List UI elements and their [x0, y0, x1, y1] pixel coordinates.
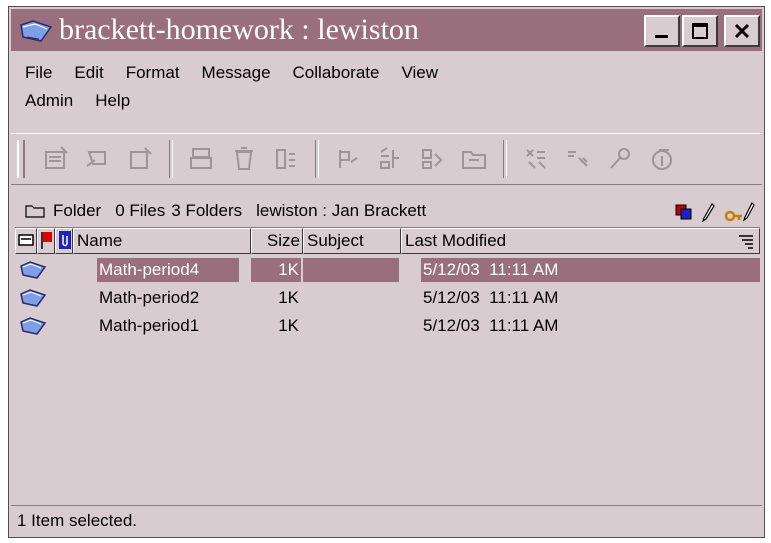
reply-icon[interactable]	[81, 142, 115, 176]
menu-help[interactable]: Help	[87, 87, 138, 115]
item-size: 1K	[278, 260, 299, 279]
forward-icon[interactable]	[123, 142, 157, 176]
shared-icon	[675, 204, 692, 220]
list-item[interactable]: Math-period4 1K 5/12/03 11:11 AM	[15, 256, 760, 284]
file-count: 0 Files	[115, 201, 166, 220]
folder-app-icon	[20, 20, 53, 42]
menu-format[interactable]: Format	[118, 59, 188, 87]
menu-edit[interactable]: Edit	[66, 59, 111, 87]
message-list: Name Size Subject Last Modified Math-per…	[15, 227, 760, 512]
close-button[interactable]	[724, 15, 760, 47]
minimize-icon	[655, 35, 668, 38]
status-bar: 1 Item selected.	[11, 505, 762, 535]
item-name: Math-period2	[99, 288, 200, 307]
close-icon	[734, 23, 750, 39]
list-header: Name Size Subject Last Modified	[15, 228, 760, 254]
minimize-button[interactable]	[644, 15, 680, 47]
menu-view[interactable]: View	[393, 59, 446, 87]
folder-icon	[25, 205, 45, 218]
column-picker-icon[interactable]	[738, 233, 754, 249]
item-size: 1K	[278, 288, 299, 307]
folder-location: lewiston : Jan Brackett	[256, 201, 427, 220]
flag-icon[interactable]	[331, 142, 365, 176]
sort-icon[interactable]	[373, 142, 407, 176]
menu-file[interactable]: File	[15, 59, 60, 87]
maximize-icon	[692, 23, 708, 39]
edit-icon	[702, 203, 715, 222]
column-last-modified[interactable]: Last Modified	[401, 228, 760, 254]
toolbar-separator	[315, 140, 319, 178]
item-last-modified: 5/12/03 11:11 AM	[423, 260, 559, 279]
info-icon[interactable]	[645, 142, 679, 176]
folder-item-icon	[20, 317, 47, 335]
column-size[interactable]: Size	[251, 228, 303, 254]
flag-icon	[41, 232, 52, 249]
column-attachment[interactable]	[55, 228, 73, 254]
key-edit-icon	[724, 201, 755, 222]
item-last-modified: 5/12/03 11:11 AM	[423, 316, 559, 335]
menu-admin[interactable]: Admin	[15, 87, 81, 115]
key-icon[interactable]	[603, 142, 637, 176]
toolbar-separator	[169, 140, 173, 178]
attachment-icon	[59, 231, 71, 249]
attach-icon[interactable]	[415, 142, 449, 176]
list-item[interactable]: Math-period1 1K 5/12/03 11:11 AM	[15, 312, 760, 340]
selection-highlight	[303, 258, 399, 282]
column-subject[interactable]: Subject	[303, 228, 401, 254]
folder-icon[interactable]	[457, 142, 491, 176]
toolbar-separator	[503, 140, 507, 178]
folder-count: 3 Folders	[171, 201, 243, 220]
folder-item-icon	[20, 261, 47, 279]
delete-icon[interactable]	[227, 142, 261, 176]
folder-item-icon	[20, 289, 47, 307]
folder-kind: Folder	[53, 201, 102, 220]
print-icon[interactable]	[185, 142, 219, 176]
column-name[interactable]: Name	[73, 228, 251, 254]
item-last-modified: 5/12/03 11:11 AM	[423, 288, 559, 307]
title-bar[interactable]: brackett-homework : lewiston	[11, 9, 762, 51]
toolbar-grip[interactable]	[17, 140, 25, 178]
item-name: Math-period4	[99, 260, 200, 279]
maximize-button[interactable]	[682, 15, 718, 47]
menu-message[interactable]: Message	[194, 59, 279, 87]
search-icon[interactable]	[519, 142, 553, 176]
item-size: 1K	[278, 316, 299, 335]
column-flag[interactable]	[37, 228, 55, 254]
move-icon[interactable]	[269, 142, 303, 176]
status-text: 1 Item selected.	[17, 511, 138, 530]
new-message-icon[interactable]	[39, 142, 73, 176]
menu-bar: File Edit Format Message Collaborate Vie…	[15, 59, 715, 115]
toolbar	[11, 133, 762, 185]
list-item[interactable]: Math-period2 1K 5/12/03 11:11 AM	[15, 284, 760, 312]
copy-icon[interactable]	[561, 142, 595, 176]
window-controls	[644, 15, 760, 47]
item-name: Math-period1	[99, 316, 200, 335]
folder-status-icons	[674, 201, 756, 223]
menu-collaborate[interactable]: Collaborate	[285, 59, 388, 87]
window-title: brackett-homework : lewiston	[59, 13, 419, 46]
app-window: brackett-homework : lewiston File Edit F…	[8, 6, 765, 538]
message-status-icon	[18, 234, 34, 246]
folder-info-bar: Folder 0 Files 3 Folders lewiston : Jan …	[11, 197, 762, 225]
column-read-status[interactable]	[15, 228, 37, 254]
